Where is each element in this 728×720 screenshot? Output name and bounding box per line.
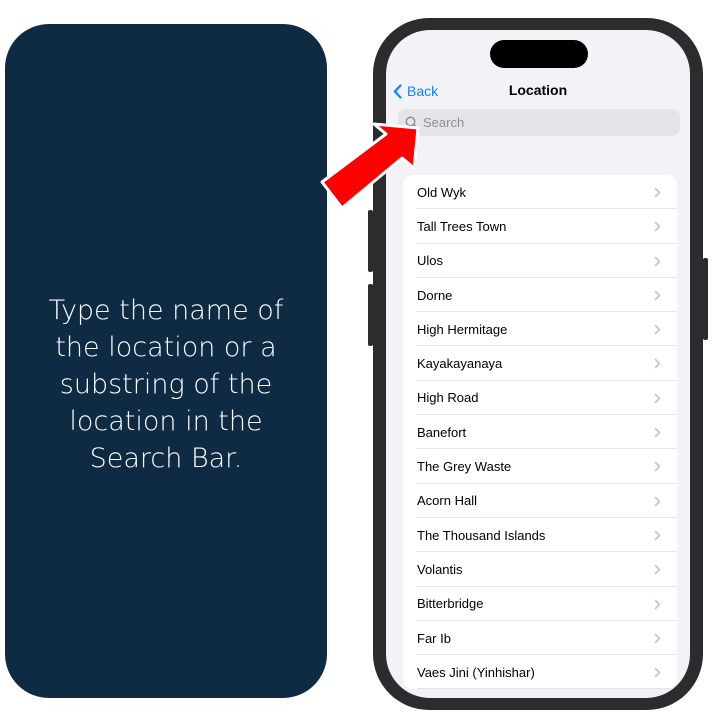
location-name: Dorne: [417, 287, 453, 303]
location-name: Vaes Jini (Yinhishar): [417, 664, 535, 680]
chevron-right-icon: [654, 393, 661, 404]
location-row[interactable]: Bitterbridge: [403, 587, 677, 622]
chevron-right-icon: [654, 530, 661, 541]
location-name: Kayakayanaya: [417, 356, 503, 372]
location-row[interactable]: Kayakayanaya: [403, 346, 677, 382]
location-row[interactable]: Banefort: [403, 415, 677, 450]
phone-power-button: [703, 258, 708, 340]
chevron-right-icon: [654, 496, 661, 506]
location-row[interactable]: The Grey Waste: [403, 449, 677, 484]
phone-volume-up-button: [368, 210, 373, 272]
chevron-right-icon: [654, 256, 661, 266]
location-row[interactable]: High Hermitage: [403, 312, 677, 347]
instruction-text: Type the name of the location or a subst…: [48, 295, 284, 474]
phone-volume-down-button: [368, 284, 373, 346]
location-row[interactable]: Vaes Jini (Yinhishar): [403, 655, 677, 690]
location-name: Bitterbridge: [417, 596, 484, 612]
location-row[interactable]: High Road: [403, 381, 677, 416]
chevron-right-icon: [654, 290, 661, 301]
location-row[interactable]: Far Ib: [403, 621, 677, 656]
chevron-right-icon: [654, 221, 661, 232]
location-name: Acorn Hall: [417, 493, 477, 509]
chevron-right-icon: [654, 599, 661, 609]
location-row[interactable]: Acorn Hall: [403, 484, 677, 519]
location-row[interactable]: Volantis: [403, 552, 677, 587]
dynamic-island: [490, 40, 588, 68]
chevron-right-icon: [654, 462, 661, 472]
location-name: Far Ib: [417, 630, 451, 646]
location-name: Tall Trees Town: [417, 218, 507, 234]
search-input[interactable]: [423, 115, 663, 130]
chevron-right-icon: [654, 633, 661, 644]
location-row[interactable]: Tall Trees Town: [403, 209, 677, 244]
chevron-right-icon: [654, 667, 661, 678]
red-arrow-icon: [320, 122, 420, 210]
location-row[interactable]: Old Wyk: [403, 175, 677, 210]
location-name: Old Wyk: [417, 184, 466, 200]
phone-screen: Back Location Old WykTall Trees TownUlos…: [386, 30, 690, 698]
location-row[interactable]: Ulos: [403, 244, 677, 279]
location-name: The Grey Waste: [417, 459, 512, 475]
location-name: High Road: [417, 390, 479, 406]
location-name: High Hermitage: [417, 321, 508, 337]
chevron-right-icon: [654, 427, 661, 438]
chevron-right-icon: [654, 324, 661, 335]
location-name: Volantis: [417, 561, 463, 577]
chevron-right-icon: [654, 187, 661, 198]
location-name: The Thousand Islands: [417, 527, 546, 543]
instruction-panel: Type the name of the location or a subst…: [5, 24, 327, 698]
location-name: Ulos: [417, 253, 444, 269]
chevron-right-icon: [654, 564, 661, 575]
location-row[interactable]: The Thousand Islands: [403, 518, 677, 553]
location-name: Banefort: [417, 424, 467, 440]
location-list: Old Wyk Tall Trees Town Ulos Dorne High Herm…: [403, 175, 677, 690]
chevron-right-icon: [654, 359, 661, 369]
search-bar[interactable]: [398, 109, 680, 136]
page-title: Location: [508, 82, 568, 98]
location-row[interactable]: Dorne: [403, 278, 677, 313]
